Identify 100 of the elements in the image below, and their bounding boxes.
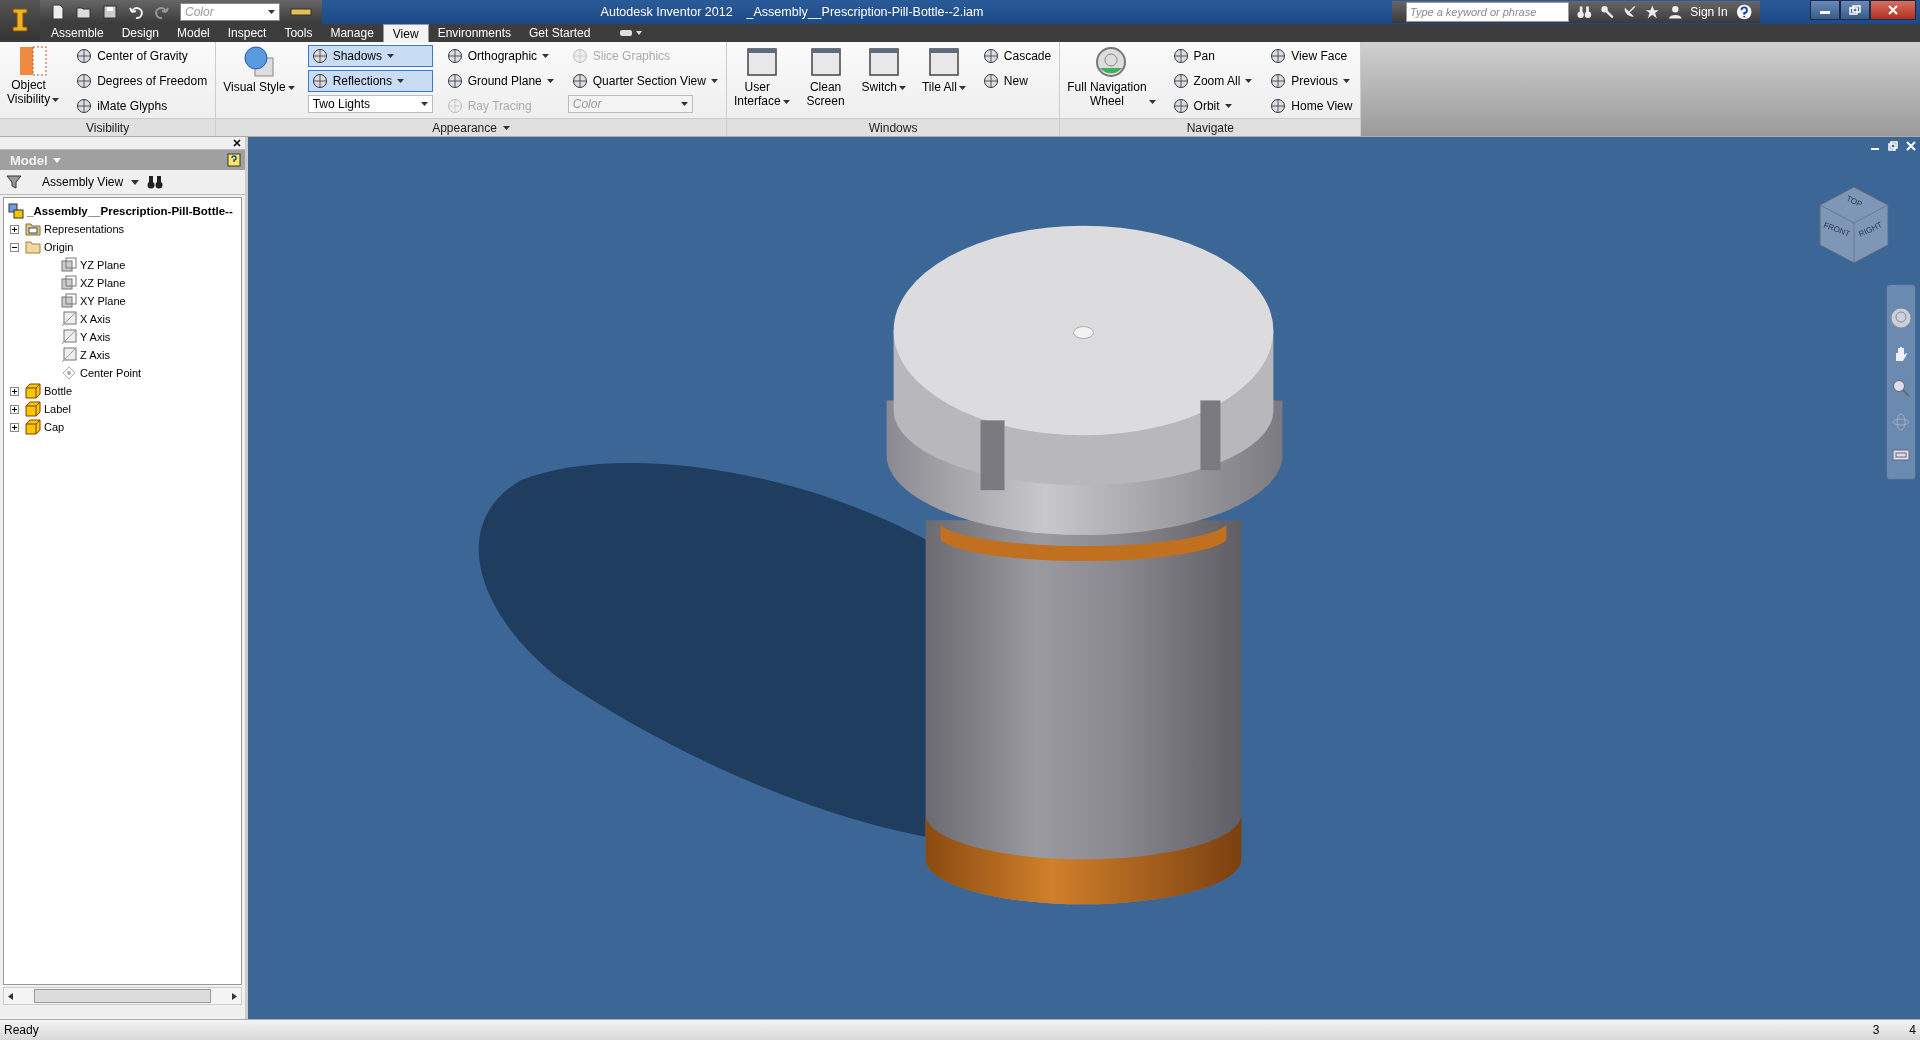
view-face-icon[interactable] [1892, 447, 1910, 461]
ribbon-button[interactable]: Full Navigation Wheel [1064, 45, 1159, 109]
star-icon[interactable] [1645, 4, 1660, 20]
close-button[interactable] [1870, 0, 1916, 20]
ribbon-tab[interactable]: Get Started [520, 24, 600, 42]
filter-icon[interactable] [6, 174, 22, 190]
tree-item[interactable]: Y Axis [80, 331, 111, 343]
search-field[interactable]: Type a keyword or phrase [1406, 2, 1570, 22]
redo-icon[interactable] [154, 4, 170, 20]
ribbon-tab[interactable]: Inspect [218, 24, 276, 42]
restore-icon[interactable] [1849, 5, 1861, 15]
caret-icon[interactable] [268, 10, 275, 14]
expander-icon[interactable] [10, 422, 22, 432]
ribbon-button[interactable]: Clean Screen [802, 45, 849, 109]
help-icon[interactable] [1735, 3, 1753, 21]
save-icon[interactable] [102, 4, 118, 20]
scroll-left-icon[interactable] [8, 992, 13, 1000]
caret-icon[interactable] [898, 86, 906, 90]
ribbon-button[interactable]: Tile All [918, 45, 969, 95]
ribbon-button[interactable]: User Interface [730, 45, 793, 109]
tree-item[interactable]: Origin [44, 241, 74, 253]
ribbon-button[interactable]: Switch [858, 45, 909, 95]
ribbon-button[interactable]: iMate Glyphs [72, 95, 212, 117]
ribbon-tab[interactable]: Assemble [42, 24, 113, 42]
expander-icon[interactable] [10, 224, 22, 234]
new-file-icon[interactable] [50, 4, 66, 20]
caret-icon[interactable] [131, 179, 140, 185]
caret-icon[interactable] [1343, 79, 1350, 83]
ribbon-dropdown[interactable]: Two Lights [307, 95, 433, 113]
ribbon-button[interactable]: Degrees of Freedom [72, 70, 212, 92]
ribbon-button[interactable]: View Face [1266, 45, 1357, 67]
ribbon-button[interactable]: Quarter Section View [567, 70, 722, 92]
caret-icon[interactable] [1245, 79, 1253, 83]
caret-icon[interactable] [387, 54, 395, 58]
expander-icon[interactable] [10, 386, 22, 396]
ribbon-button[interactable]: Object Visibility [4, 45, 63, 107]
caret-icon[interactable] [1224, 104, 1232, 108]
tree-item[interactable]: XY Plane [80, 295, 126, 307]
tree-item[interactable]: Cap [44, 421, 65, 433]
tree-item[interactable]: Z Axis [80, 349, 110, 361]
satellite-icon[interactable] [1622, 4, 1637, 20]
key-icon[interactable] [1599, 4, 1615, 20]
ribbon-tab[interactable]: Tools [275, 24, 322, 42]
caret-icon[interactable] [287, 86, 295, 90]
expander-icon[interactable] [10, 242, 22, 252]
caret-icon[interactable] [542, 54, 550, 58]
ribbon-button[interactable]: Cascade [978, 45, 1056, 67]
ribbon-tab[interactable]: View [382, 24, 429, 42]
close-icon[interactable] [233, 139, 241, 147]
ribbon-button[interactable]: Orbit [1168, 95, 1257, 117]
caret-icon[interactable] [420, 102, 428, 106]
caret-icon[interactable] [958, 86, 966, 90]
expander-icon[interactable] [10, 404, 22, 414]
tree-item[interactable]: Representations [44, 223, 125, 235]
tree-item[interactable]: YZ Plane [80, 259, 126, 271]
ribbon-button[interactable]: Visual Style [220, 45, 298, 95]
ribbon-button[interactable]: Pan [1168, 45, 1257, 67]
horizontal-scrollbar[interactable] [3, 987, 242, 1005]
caret-icon[interactable] [1148, 100, 1156, 104]
caret-icon[interactable] [782, 100, 790, 104]
tree-item[interactable]: X Axis [80, 313, 111, 325]
tree-item[interactable]: Bottle [44, 385, 73, 397]
undo-icon[interactable] [128, 4, 144, 20]
minimize-button[interactable] [1810, 0, 1840, 20]
caret-icon[interactable] [710, 79, 718, 83]
ribbon-tab[interactable]: Environments [428, 24, 520, 42]
restore-button[interactable] [1840, 0, 1870, 20]
caret-icon[interactable] [397, 79, 405, 83]
ribbon-button[interactable]: Zoom All [1168, 70, 1257, 92]
ribbon-button[interactable]: Shadows [307, 45, 433, 67]
ribbon-tab[interactable]: Model [168, 24, 219, 42]
tree-item[interactable]: _Assembly__Prescription-Pill-Bottle-- [27, 205, 233, 217]
scroll-right-icon[interactable] [232, 992, 237, 1000]
open-folder-icon[interactable] [76, 4, 92, 20]
tree-item[interactable]: Center Point [80, 367, 142, 379]
panel-toggle-icon[interactable] [619, 28, 644, 38]
ribbon-button[interactable]: New [978, 70, 1056, 92]
ribbon-tab[interactable]: Design [112, 24, 169, 42]
ribbon-button[interactable]: Previous [1266, 70, 1357, 92]
ribbon-button[interactable]: Reflections [307, 70, 433, 92]
restore-icon[interactable] [1888, 141, 1898, 151]
binoculars-icon[interactable] [1577, 4, 1592, 20]
caret-icon[interactable] [502, 125, 510, 130]
tree-item[interactable]: Label [44, 403, 71, 415]
ribbon-button[interactable]: Home View [1266, 95, 1357, 117]
help-icon[interactable] [227, 153, 241, 167]
binoculars-icon[interactable] [147, 175, 164, 189]
zoom-icon[interactable] [1892, 379, 1910, 397]
caret-icon[interactable] [52, 98, 60, 102]
ribbon-button[interactable]: Ground Plane [442, 70, 558, 92]
caret-icon[interactable] [546, 79, 554, 83]
cube-face-label[interactable]: TOP [1844, 193, 1864, 210]
tree-item[interactable]: XZ Plane [80, 277, 126, 289]
ribbon-tab[interactable]: Manage [321, 24, 383, 42]
scrollbar-thumb[interactable] [34, 989, 211, 1003]
ribbon-button[interactable]: Orthographic [442, 45, 558, 67]
sign-in-link[interactable]: Sign In [1690, 5, 1728, 19]
user-icon[interactable] [1667, 4, 1683, 20]
assembly-view-dropdown[interactable]: Assembly View [42, 175, 124, 189]
ribbon-button[interactable]: Center of Gravity [72, 45, 212, 67]
